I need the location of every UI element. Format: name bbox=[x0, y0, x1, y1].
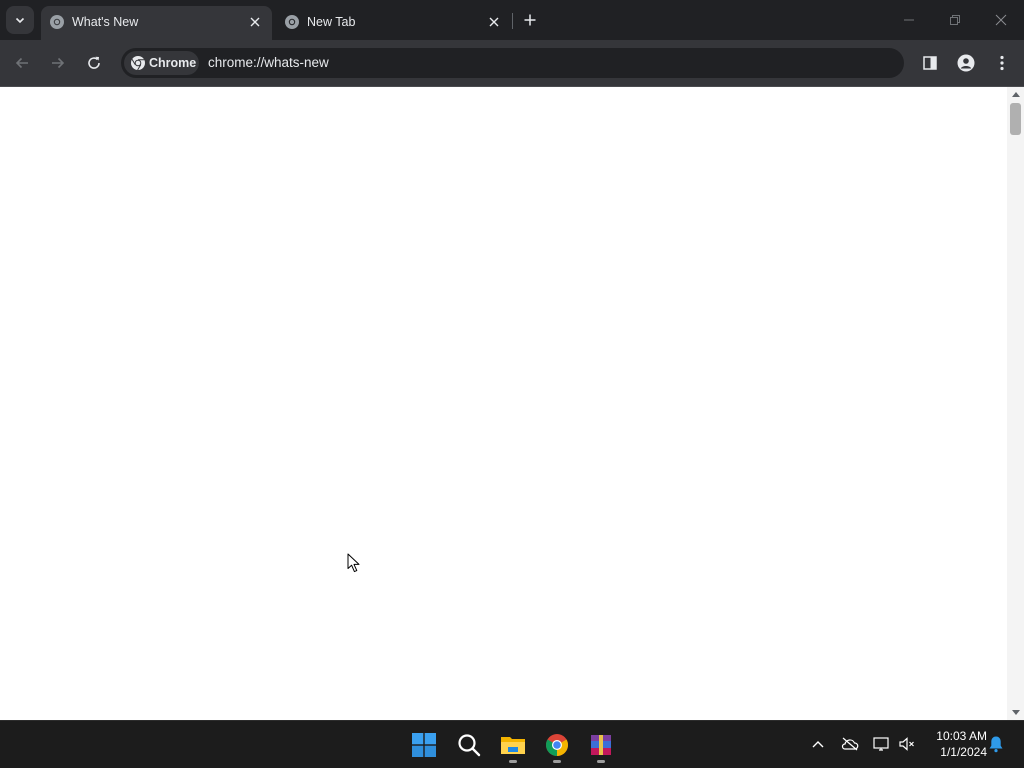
taskbar-search-button[interactable] bbox=[454, 730, 484, 760]
tab-title: What's New bbox=[72, 15, 139, 29]
plus-icon bbox=[524, 14, 536, 26]
chevron-up-icon bbox=[812, 741, 824, 748]
side-panel-button[interactable] bbox=[918, 51, 942, 75]
chip-label: Chrome bbox=[149, 56, 197, 70]
taskbar-winrar[interactable] bbox=[586, 730, 616, 763]
caret-down-icon bbox=[1011, 710, 1020, 715]
clock-date: 1/1/2024 bbox=[940, 745, 987, 759]
cloud-offline-icon bbox=[841, 737, 859, 751]
winrar-icon bbox=[591, 735, 611, 755]
show-hidden-icons-button[interactable] bbox=[807, 733, 829, 755]
caret-up-icon bbox=[1011, 92, 1020, 97]
chrome-logo-icon bbox=[131, 56, 145, 71]
mouse-pointer-icon bbox=[347, 553, 360, 573]
windows-start-icon bbox=[412, 733, 436, 757]
profile-icon bbox=[957, 54, 975, 72]
arrow-left-icon bbox=[15, 57, 28, 69]
close-icon bbox=[250, 17, 260, 27]
volume-muted-icon bbox=[899, 737, 914, 751]
volume-tray-button[interactable] bbox=[896, 733, 918, 755]
close-icon bbox=[489, 17, 499, 27]
notifications-button[interactable] bbox=[985, 733, 1007, 755]
tab-close-button[interactable] bbox=[246, 13, 264, 31]
chrome-favicon-icon bbox=[285, 15, 299, 29]
new-tab-button[interactable] bbox=[519, 9, 541, 31]
close-icon bbox=[995, 14, 1007, 26]
arrow-right-icon bbox=[52, 57, 65, 69]
side-panel-icon bbox=[923, 56, 937, 70]
kebab-menu-icon bbox=[1000, 55, 1004, 71]
network-icon bbox=[873, 737, 889, 751]
restore-button[interactable] bbox=[943, 8, 967, 32]
tab-separator bbox=[512, 13, 513, 29]
back-button[interactable] bbox=[10, 51, 34, 75]
chrome-icon bbox=[546, 734, 568, 756]
restore-icon bbox=[950, 15, 960, 25]
tab-search-button[interactable] bbox=[6, 6, 34, 34]
chevron-down-icon bbox=[15, 17, 25, 24]
running-indicator bbox=[597, 760, 605, 763]
clock-time: 10:03 AM bbox=[936, 729, 987, 743]
taskbar: 10:03 AM 1/1/2024 bbox=[0, 720, 1024, 768]
system-clock[interactable]: 10:03 AM 1/1/2024 bbox=[923, 728, 987, 760]
tab-strip: What's New New Tab bbox=[0, 0, 1024, 40]
tab-new-tab[interactable]: New Tab bbox=[276, 6, 511, 40]
taskbar-file-explorer[interactable] bbox=[498, 730, 528, 763]
reload-button[interactable] bbox=[82, 51, 106, 75]
network-tray-button[interactable] bbox=[870, 733, 892, 755]
running-indicator bbox=[509, 760, 517, 763]
url-text[interactable]: chrome://whats-new bbox=[208, 55, 329, 71]
menu-button[interactable] bbox=[990, 51, 1014, 75]
running-indicator bbox=[553, 760, 561, 763]
scroll-up-button[interactable] bbox=[1007, 87, 1024, 101]
window-close-button[interactable] bbox=[989, 8, 1013, 32]
site-info-chip[interactable]: Chrome bbox=[124, 51, 199, 75]
scrollbar-thumb[interactable] bbox=[1010, 103, 1021, 135]
scroll-down-button[interactable] bbox=[1007, 706, 1024, 720]
start-button[interactable] bbox=[409, 730, 439, 760]
chrome-favicon-icon bbox=[50, 15, 64, 29]
page-content bbox=[0, 87, 1007, 720]
tab-close-button[interactable] bbox=[485, 13, 503, 31]
taskbar-chrome[interactable] bbox=[542, 730, 572, 763]
minimize-button[interactable] bbox=[897, 8, 921, 32]
forward-button[interactable] bbox=[46, 51, 70, 75]
reload-icon bbox=[88, 56, 100, 69]
vertical-scrollbar[interactable] bbox=[1007, 87, 1024, 720]
tab-title: New Tab bbox=[307, 15, 356, 29]
bell-icon bbox=[989, 736, 1003, 753]
file-explorer-icon bbox=[501, 737, 525, 754]
minimize-icon bbox=[904, 19, 914, 21]
search-icon bbox=[458, 734, 481, 757]
tab-whats-new[interactable]: What's New bbox=[41, 6, 272, 40]
onedrive-tray-button[interactable] bbox=[839, 733, 861, 755]
profile-button[interactable] bbox=[954, 51, 978, 75]
